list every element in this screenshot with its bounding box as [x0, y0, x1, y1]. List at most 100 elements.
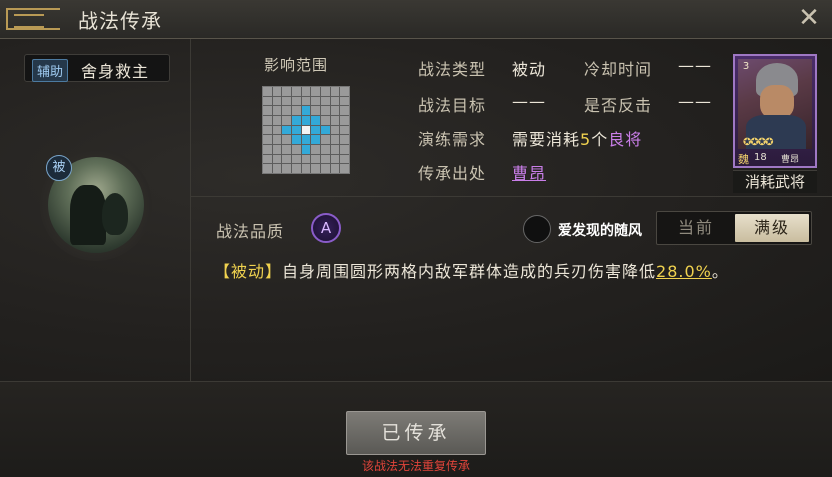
range-cell [263, 145, 272, 154]
general-name: 曹昂 [781, 155, 800, 165]
range-cell [340, 96, 349, 106]
range-cell [282, 106, 291, 115]
range-cell [272, 145, 282, 154]
range-cell [263, 87, 272, 96]
train-unit: 个 [591, 130, 609, 149]
range-cell-hit [311, 125, 320, 135]
range-label: 影响范围 [264, 56, 329, 74]
skill-detail-panel: 辅助 舍身救主 被 影响范围 战法类型 被动 冷却时间 —— 战法目标 —— 是… [0, 39, 832, 381]
train-label: 演练需求 [418, 130, 487, 149]
inherited-button[interactable]: 已传承 [346, 411, 486, 455]
close-button[interactable]: ✕ [794, 3, 824, 33]
face-icon [760, 85, 794, 119]
range-cell [272, 154, 282, 164]
title-ornament-icon [6, 8, 60, 30]
range-cell [330, 164, 340, 173]
counter-value: —— [678, 92, 712, 111]
range-cell [311, 145, 320, 154]
range-cell [340, 106, 349, 115]
range-cell [263, 116, 272, 125]
range-cell [340, 87, 349, 96]
range-cell [263, 96, 272, 106]
skill-type-value: 被动 [512, 60, 547, 79]
range-cell [282, 116, 291, 125]
skill-name-badge: 辅助 舍身救主 [24, 54, 170, 82]
description-tag: 【被动】 [214, 262, 283, 281]
range-cell-hit [301, 106, 311, 115]
range-cell [330, 106, 340, 115]
range-cell [272, 116, 282, 125]
general-faction: 魏 [738, 153, 749, 166]
range-cell [340, 116, 349, 125]
range-cell [282, 96, 291, 106]
range-cell [272, 125, 282, 135]
soldier-silhouette-icon [70, 185, 106, 245]
general-portrait: 3 ✪✪✪✪ [738, 59, 812, 149]
inherit-warning-note: 该战法无法重复传承 [361, 459, 470, 473]
range-cell [311, 96, 320, 106]
description-end: 。 [711, 262, 729, 281]
range-cell-hit [301, 145, 311, 154]
range-cell [263, 164, 272, 173]
range-cell [311, 87, 320, 96]
range-cell [330, 96, 340, 106]
train-requirement: 需要消耗5个良将 [512, 126, 642, 150]
range-cell [330, 145, 340, 154]
range-cell [340, 164, 349, 173]
range-cell-hit [292, 135, 301, 144]
range-cell [292, 154, 301, 164]
range-cell [311, 154, 320, 164]
cooldown-value: —— [678, 56, 712, 75]
range-cell-self [301, 125, 311, 135]
watermark-text: 爱发现的随风 [558, 223, 642, 239]
range-cell [292, 87, 301, 96]
quality-label: 战法品质 [216, 222, 285, 241]
range-cell [292, 96, 301, 106]
target-label: 战法目标 [418, 96, 487, 115]
window-title: 战法传承 [78, 9, 162, 33]
range-cell [340, 154, 349, 164]
skill-icon-frame: 被 [40, 149, 152, 261]
range-cell [292, 145, 301, 154]
range-cell [282, 135, 291, 144]
toggle-current-level[interactable]: 当前 [659, 214, 733, 242]
range-cell [272, 96, 282, 106]
range-cell-hit [301, 135, 311, 144]
train-prefix: 需要消耗 [512, 130, 581, 149]
cooldown-label: 冷却时间 [584, 60, 653, 79]
consume-general-label: 消耗武将 [733, 170, 817, 193]
range-cell [272, 135, 282, 144]
range-cell [301, 87, 311, 96]
range-cell [321, 145, 330, 154]
counter-label: 是否反击 [584, 96, 653, 115]
range-cell [330, 154, 340, 164]
range-cell [301, 164, 311, 173]
skill-type-tag: 辅助 [32, 59, 69, 82]
range-cell-hit [292, 125, 301, 135]
range-cell [301, 96, 311, 106]
general-card[interactable]: 3 ✪✪✪✪ 魏 18 曹昂 [733, 54, 817, 168]
range-cell [263, 154, 272, 164]
range-cell-hit [311, 116, 320, 125]
range-cell [330, 135, 340, 144]
range-cell [340, 135, 349, 144]
range-cell-hit [321, 125, 330, 135]
range-cell [340, 125, 349, 135]
description-value: 28.0% [656, 262, 712, 281]
range-grid [262, 86, 350, 174]
range-cell [321, 96, 330, 106]
source-label: 传承出处 [418, 164, 487, 183]
range-cell-hit [292, 116, 301, 125]
title-bar: 战法传承 ✕ [0, 0, 832, 39]
level-toggle: 当前 满级 [656, 211, 812, 245]
train-count: 5 [580, 130, 592, 149]
skill-name: 舍身救主 [81, 62, 150, 81]
range-cell [321, 87, 330, 96]
range-cell [282, 154, 291, 164]
toggle-max-level[interactable]: 满级 [735, 214, 809, 242]
train-item: 良将 [608, 130, 643, 149]
range-cell [272, 87, 282, 96]
range-cell [321, 135, 330, 144]
source-general-link[interactable]: 曹昂 [512, 160, 546, 184]
shield-icon [102, 193, 128, 235]
